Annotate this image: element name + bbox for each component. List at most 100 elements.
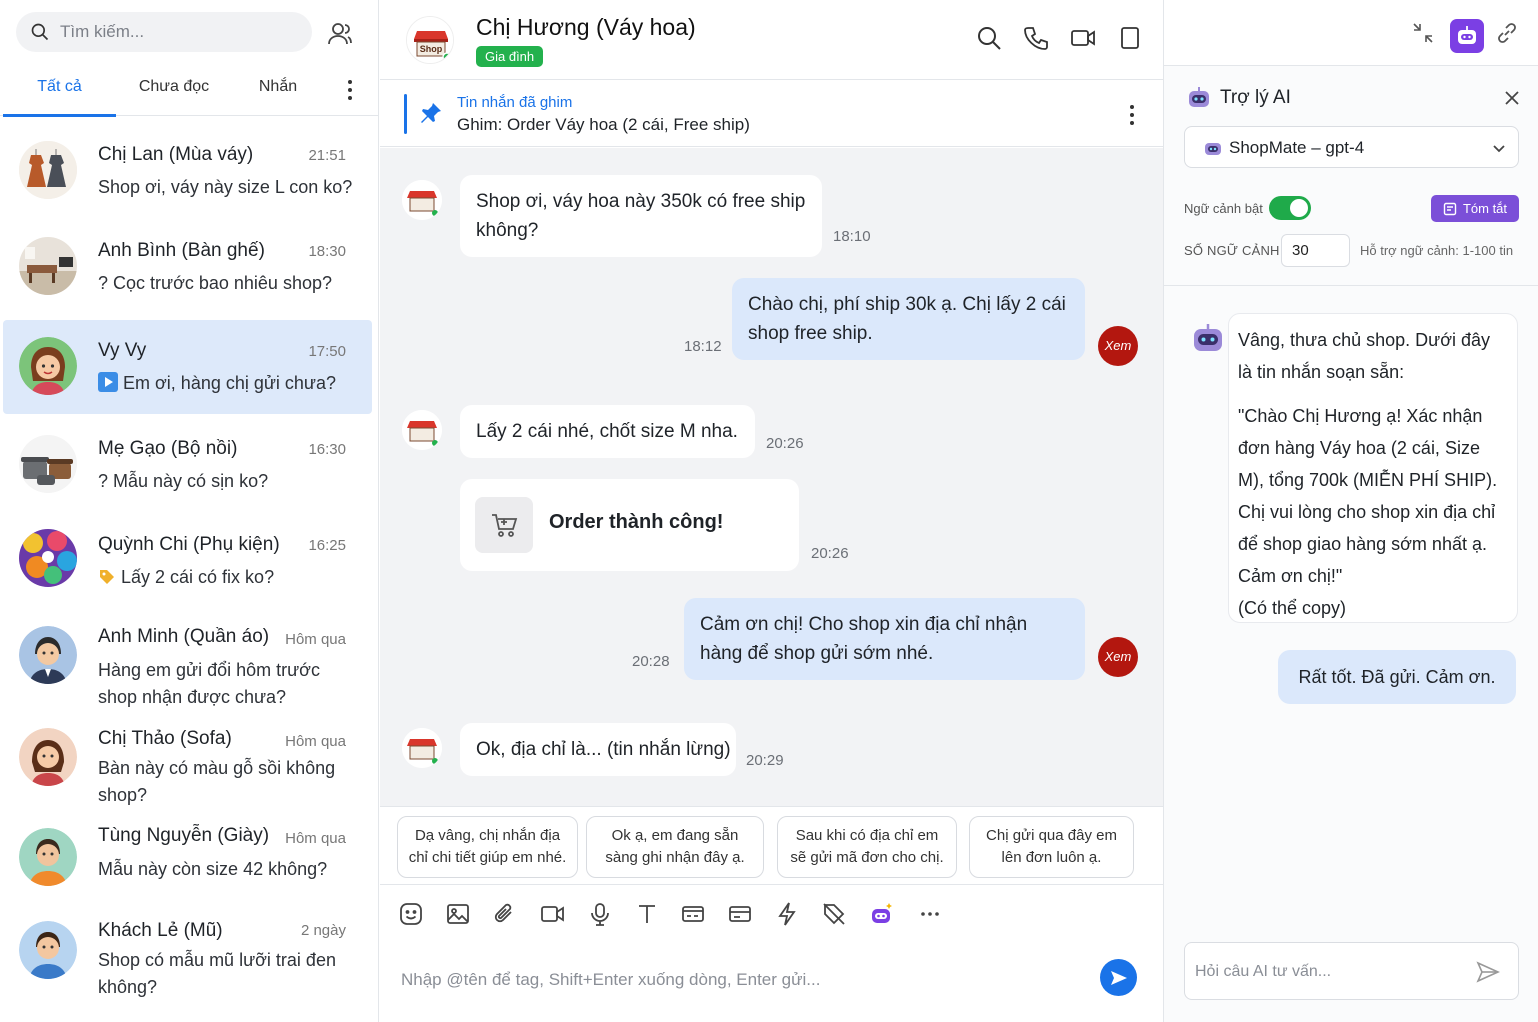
furniture-avatar [19, 237, 77, 295]
conversation-item-active[interactable]: Vy Vy 17:50 Em ơi, hàng chị gửi chưa? [3, 320, 372, 414]
conversation-name: Chị Lan (Mùa váy) [98, 144, 254, 165]
chat-panel: Shop Chị Hương (Váy hoa) Gia đình Tin nh… [380, 0, 1163, 1022]
composer-placeholder: Nhập @tên để tag, Shift+Enter xuống dòng… [401, 970, 821, 989]
conversation-item[interactable]: Quỳnh Chi (Phụ kiện) 16:25 Lấy 2 cái có … [3, 512, 372, 606]
quick-reply-chip[interactable]: Dạ vâng, chị nhắn địa chỉ chi tiết giúp … [397, 816, 578, 878]
close-icon[interactable] [1502, 88, 1522, 108]
conversation-time: 17:50 [308, 343, 346, 360]
conversation-preview-text: Em ơi, hàng chị gửi chưa? [123, 373, 337, 393]
pinned-label: Tin nhắn đã ghim [457, 94, 573, 111]
summarize-button[interactable]: Tóm tắt [1431, 195, 1519, 222]
conversation-item[interactable]: Tùng Nguyễn (Giày) Hôm qua Mẫu này còn s… [3, 812, 372, 908]
quick-reply-chip[interactable]: Sau khi có địa chỉ em sẽ gửi mã đơn cho … [777, 816, 957, 878]
cart-icon [475, 497, 533, 553]
man-suit-avatar [19, 626, 77, 684]
attach-icon[interactable] [492, 901, 518, 927]
ai-bot-icon[interactable] [868, 901, 894, 927]
conversation-time: Hôm qua [285, 631, 346, 648]
search-input[interactable]: Tìm kiếm... [16, 12, 312, 52]
send-button[interactable] [1100, 959, 1137, 996]
more-vertical-icon[interactable] [340, 76, 360, 104]
contact-tag-badge[interactable]: Gia đình [476, 46, 544, 67]
more-horizontal-icon[interactable] [917, 901, 943, 927]
send-icon [1110, 970, 1127, 985]
model-select[interactable]: ShopMate – gpt-4 [1184, 126, 1519, 168]
ai-reply-draft[interactable]: "Chào Chị Hương ạ! Xác nhận đơn hàng Váy… [1238, 400, 1508, 592]
dress-avatar [19, 141, 77, 199]
composer-toolbar [380, 884, 1163, 942]
message-composer[interactable]: Nhập @tên để tag, Shift+Enter xuống dòng… [380, 942, 1163, 1022]
shop-avatar-small [402, 180, 442, 220]
conversation-time: 16:30 [308, 441, 346, 458]
quick-reply-chip[interactable]: Chị gửi qua đây em lên đơn luôn ạ. [969, 816, 1134, 878]
conversation-time: 16:25 [308, 537, 346, 554]
mic-icon[interactable] [587, 901, 613, 927]
conversation-name: Khách Lẻ (Mũ) [98, 920, 223, 941]
lightning-icon[interactable] [774, 901, 800, 927]
conversation-item[interactable]: Anh Bình (Bàn ghế) 18:30 ? Cọc trước bao… [3, 220, 372, 318]
send-icon[interactable] [1475, 959, 1501, 985]
tab-tagged[interactable]: Nhắn [240, 62, 316, 116]
conversation-item[interactable]: Chị Lan (Mùa váy) 21:51 Shop ơi, váy này… [3, 124, 372, 220]
message-time: 18:12 [684, 338, 722, 355]
conversation-name: Vy Vy [98, 340, 147, 361]
quick-reply-row: Dạ vâng, chị nhắn địa chỉ chi tiết giúp … [380, 806, 1163, 884]
text-format-icon[interactable] [634, 901, 660, 927]
phone-icon[interactable] [1022, 24, 1050, 52]
conversation-item[interactable]: Chị Thảo (Sofa) Hôm qua Bàn này có màu g… [3, 712, 372, 812]
video-icon[interactable] [540, 901, 566, 927]
search-icon[interactable] [975, 24, 1003, 52]
message-bubble: Ok, địa chỉ là... (tin nhắn lừng) [460, 723, 736, 776]
conversation-preview-text: Lấy 2 cái có fix ko? [121, 567, 275, 587]
context-count-label: SỐ NGỮ CẢNH [1184, 243, 1280, 258]
more-vertical-icon[interactable] [1122, 101, 1142, 129]
video-call-icon[interactable] [1069, 24, 1097, 52]
girl-avatar [19, 337, 77, 395]
conversation-preview: Lấy 2 cái có fix ko? [98, 564, 348, 591]
shop-avatar-label: Shop [420, 44, 443, 54]
conversation-item[interactable]: Khách Lẻ (Mũ) 2 ngày Shop có mẫu mũ lưỡi… [3, 908, 372, 1012]
summarize-label: Tóm tắt [1462, 201, 1508, 216]
tab-unread[interactable]: Chưa đọc [124, 62, 224, 116]
context-count-input[interactable]: 30 [1281, 234, 1350, 267]
ai-reply-note: (Có thể copy) [1238, 598, 1347, 618]
woman-avatar [19, 728, 77, 786]
model-select-value: ShopMate – gpt-4 [1229, 138, 1365, 157]
context-toggle[interactable] [1269, 196, 1311, 220]
contacts-icon[interactable] [326, 20, 354, 48]
pinned-bar [404, 94, 407, 134]
quick-reply-chip[interactable]: Ok ạ, em đang sẵn sàng ghi nhận đây ạ. [586, 816, 764, 878]
conversation-tabs: Tất cả Chưa đọc Nhắn [0, 62, 378, 117]
message-bubble: Chào chị, phí ship 30k ạ. Chị lấy 2 cái … [732, 278, 1085, 360]
message-time: 18:10 [833, 228, 871, 245]
ai-assistant-button[interactable] [1450, 19, 1484, 53]
shop-avatar[interactable]: Shop [406, 16, 454, 64]
payment-icon[interactable] [727, 901, 753, 927]
man-blue-avatar [19, 921, 77, 979]
ai-question-input[interactable]: Hỏi câu AI tư vấn... [1184, 942, 1519, 1000]
pinned-message[interactable]: Tin nhắn đã ghim Ghim: Order Váy hoa (2 … [380, 81, 1163, 147]
message-time: 20:26 [811, 545, 849, 562]
chat-title: Chị Hương (Váy hoa) [476, 14, 696, 40]
emoji-icon[interactable] [398, 901, 424, 927]
summary-icon [1443, 202, 1457, 215]
link-icon[interactable] [1494, 20, 1520, 46]
image-icon[interactable] [445, 901, 471, 927]
tag-icon [100, 570, 114, 584]
pin-icon [421, 103, 441, 123]
message-time: 20:29 [746, 752, 784, 769]
order-card-title: Order thành công! [549, 511, 724, 533]
collapse-icon[interactable] [1410, 20, 1436, 46]
conversation-item[interactable]: Mẹ Gạo (Bộ nồi) 16:30 ? Mẫu này có sịn k… [3, 418, 372, 512]
sidebar-toggle-icon[interactable] [1116, 24, 1144, 52]
order-success-card[interactable]: Order thành công! [460, 479, 799, 571]
card-icon[interactable] [680, 901, 706, 927]
conversation-item[interactable]: Anh Minh (Quần áo) Hôm qua Hàng em gửi đ… [3, 610, 372, 710]
tab-all[interactable]: Tất cả [3, 62, 116, 117]
conversation-name: Anh Minh (Quần áo) [98, 626, 270, 647]
context-count-hint: Hỗ trợ ngữ cảnh: 1-100 tin [1360, 243, 1514, 258]
no-tag-icon[interactable] [821, 901, 847, 927]
chevron-down-icon [1493, 145, 1505, 153]
message-bubble: Shop ơi, váy hoa này 350k có free ship k… [460, 175, 822, 257]
ai-bot-avatar [1194, 324, 1222, 351]
